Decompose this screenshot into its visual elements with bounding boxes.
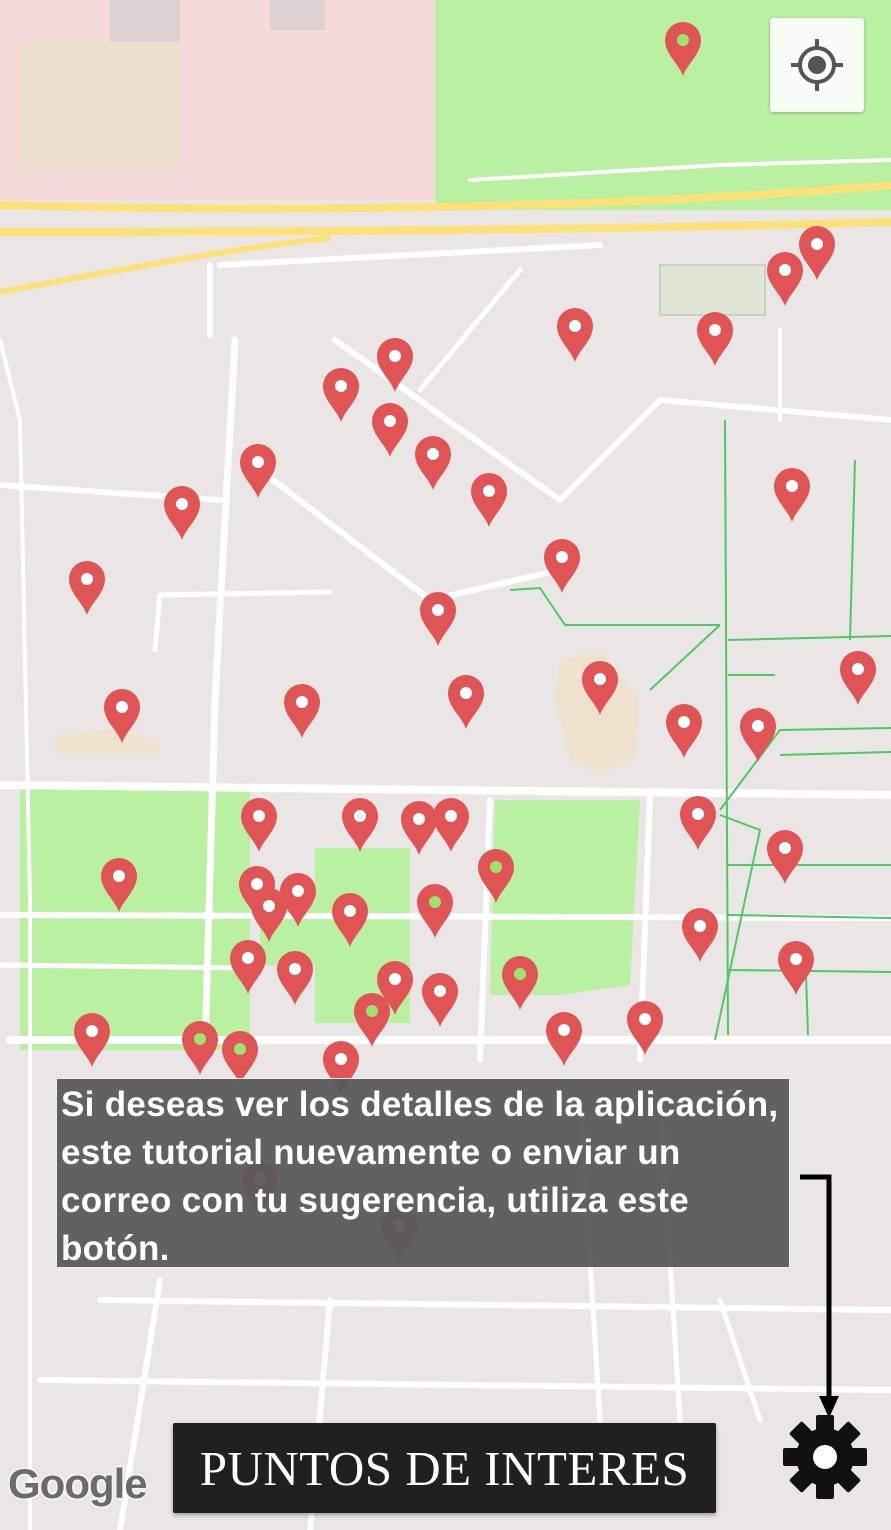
map-pin-dot xyxy=(116,701,128,713)
map-pin-dot xyxy=(335,1053,347,1065)
map-pin-dot xyxy=(432,604,444,616)
map-pin-dot xyxy=(490,861,502,873)
map-pin-dot xyxy=(594,673,606,685)
building xyxy=(659,264,766,316)
map-pin-dot xyxy=(558,1024,570,1036)
map-pin-dot xyxy=(113,870,125,882)
tutorial-tooltip: Si deseas ver los detalles de la aplicac… xyxy=(56,1078,790,1268)
map-pin-dot xyxy=(678,716,690,728)
gear-icon xyxy=(783,1415,867,1499)
building xyxy=(270,0,325,30)
map-pin-dot xyxy=(779,842,791,854)
map-pin-dot xyxy=(335,380,347,392)
map-pin-dot xyxy=(639,1013,651,1025)
map-pin-dot xyxy=(344,905,356,917)
google-logo: Google xyxy=(8,1460,148,1507)
tutorial-text: Si deseas ver los detalles de la aplicac… xyxy=(61,1085,779,1268)
map-pin-dot xyxy=(752,720,764,732)
settings-button[interactable] xyxy=(780,1412,870,1502)
points-of-interest-button[interactable]: PUNTOS DE INTERES xyxy=(173,1423,716,1513)
map-pin-dot xyxy=(296,696,308,708)
map-pin-dot xyxy=(445,810,457,822)
map-pin-dot xyxy=(790,953,802,965)
map-pin-dot xyxy=(252,456,264,468)
my-location-icon xyxy=(791,39,843,91)
map-pin-dot xyxy=(692,808,704,820)
map-pin-dot xyxy=(427,448,439,460)
map-pin-dot xyxy=(354,810,366,822)
map-pin-dot xyxy=(413,813,425,825)
map-pin-dot xyxy=(81,573,93,585)
map-pin-dot xyxy=(263,900,275,912)
map-pin-dot xyxy=(289,963,301,975)
map-pin-dot xyxy=(389,973,401,985)
map-pin-dot xyxy=(460,687,472,699)
map-pin-dot xyxy=(852,663,864,675)
map-pin-dot xyxy=(429,896,441,908)
map-pin-dot xyxy=(709,324,721,336)
map-pin-dot xyxy=(569,320,581,332)
map-pin-dot xyxy=(786,480,798,492)
building xyxy=(110,0,180,42)
points-of-interest-label: PUNTOS DE INTERES xyxy=(199,1440,690,1496)
map-pin-dot xyxy=(242,952,254,964)
map-pin-dot xyxy=(389,350,401,362)
map-pin-dot xyxy=(384,415,396,427)
map-view[interactable] xyxy=(0,0,891,1530)
map-pin-dot xyxy=(234,1043,246,1055)
building xyxy=(20,40,180,170)
map-pin-dot xyxy=(556,551,568,563)
map-pin-dot xyxy=(194,1033,206,1045)
map-pin-dot xyxy=(434,985,446,997)
map-pin-dot xyxy=(514,968,526,980)
map-pin-dot xyxy=(694,920,706,932)
map-pin-dot xyxy=(366,1005,378,1017)
map-pin-dot xyxy=(811,238,823,250)
map-pin-dot xyxy=(483,485,495,497)
map-pin-dot xyxy=(86,1025,98,1037)
map-pin-dot xyxy=(253,810,265,822)
map-pin-dot xyxy=(292,885,304,897)
map-pin-dot xyxy=(779,264,791,276)
map-pin-dot xyxy=(677,34,689,46)
map-pin-dot xyxy=(176,498,188,510)
my-location-button[interactable] xyxy=(770,18,864,112)
map-pin-dot xyxy=(251,878,263,890)
